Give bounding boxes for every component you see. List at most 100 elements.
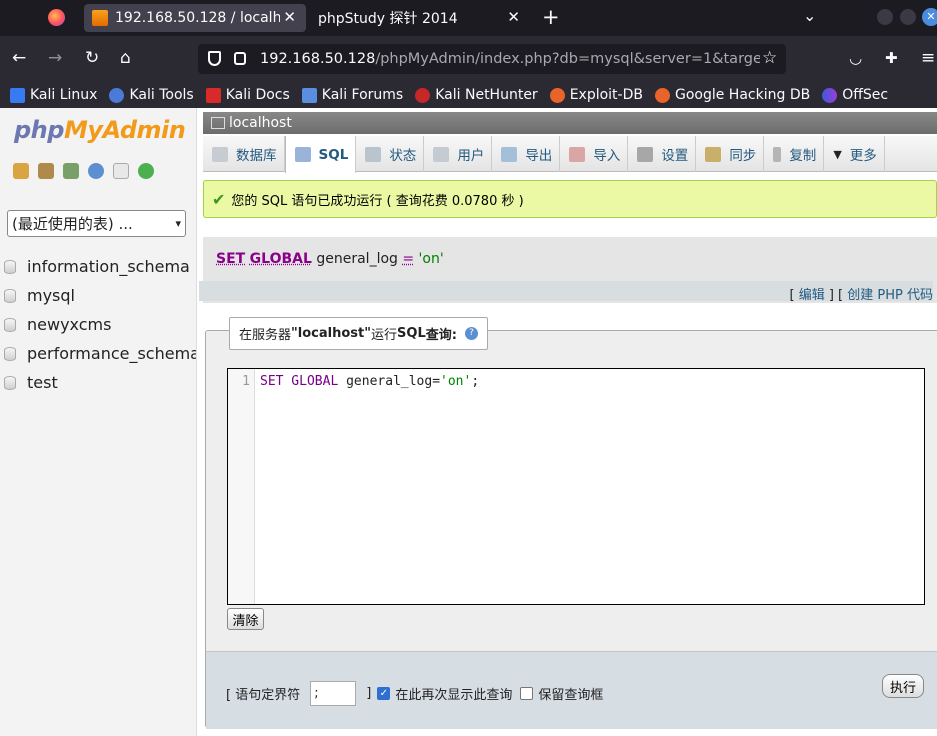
home-icon[interactable] — [13, 163, 29, 179]
phpmyadmin-logo[interactable]: phpMyAdmin — [14, 116, 186, 144]
bookmark-star-icon[interactable]: ☆ — [762, 48, 777, 68]
users-icon — [433, 146, 450, 162]
tab-title: 192.168.50.128 / localhost — [115, 10, 280, 26]
extensions-icon[interactable]: ✚ — [885, 48, 898, 68]
kali-dragon-icon — [10, 87, 25, 103]
list-all-tabs-icon[interactable]: ⌄ — [803, 6, 816, 25]
offsec-icon — [822, 87, 838, 103]
new-tab-button[interactable]: + — [542, 5, 560, 29]
help-icon[interactable] — [88, 163, 104, 179]
bookmark-google-hacking-db[interactable]: Google Hacking DB — [654, 87, 810, 103]
delimiter-row: [ 语句定界符 ; ] ✓ 在此再次显示此查询 保留查询框 — [226, 681, 603, 706]
reload-icon[interactable]: ↻ — [85, 48, 99, 68]
sync-icon — [705, 146, 722, 162]
status-chart-icon — [365, 146, 382, 162]
retain-query-box-label[interactable]: 保留查询框 — [538, 684, 603, 703]
url-text: 192.168.50.128/phpMyAdmin/index.php?db=m… — [260, 51, 760, 67]
phpmyadmin-favicon-icon — [92, 10, 108, 26]
database-list: information_schema mysql newyxcms perfor… — [4, 252, 196, 397]
database-item-mysql[interactable]: mysql — [4, 281, 196, 310]
tab-settings[interactable]: 设置 — [628, 136, 697, 172]
window-minimize-icon[interactable] — [877, 9, 893, 25]
server-breadcrumb: localhost — [203, 112, 937, 134]
firefox-menu-icon[interactable] — [48, 9, 65, 26]
navigation-icon-bar — [13, 163, 154, 179]
pocket-icon[interactable]: ◡ — [849, 48, 862, 68]
success-message: ✔ 您的 SQL 语句已成功运行 ( 查询花费 0.0780 秒 ) — [203, 180, 937, 218]
forward-arrow-icon[interactable]: → — [48, 48, 62, 68]
app-menu-icon[interactable]: ≡ — [921, 48, 935, 68]
ghdb-icon — [654, 87, 670, 103]
tab-export[interactable]: 导出 — [492, 136, 561, 172]
main-content: localhost 数据库 SQL 状态 用户 导出 导入 设置 同步 复制 ▼… — [197, 108, 937, 736]
sql-editor-line: SET GLOBAL general_log='on'; — [260, 374, 480, 389]
sql-operator[interactable]: = — [402, 251, 414, 267]
top-menu: 数据库 SQL 状态 用户 导出 导入 设置 同步 复制 ▼ 更多 — [203, 136, 937, 173]
clear-button[interactable]: 清除 — [227, 608, 264, 630]
sql-keyword[interactable]: GLOBAL — [250, 251, 312, 267]
close-tab-icon[interactable]: ✕ — [507, 8, 520, 26]
edit-query-link[interactable]: 编辑 — [799, 288, 825, 303]
create-php-code-link[interactable]: 创建 PHP 代码 — [847, 288, 933, 303]
bookmark-kali-linux[interactable]: Kali Linux — [10, 87, 97, 103]
logout-icon[interactable] — [38, 163, 54, 179]
tab-phpmyadmin[interactable]: 192.168.50.128 / localhost ✕ — [84, 4, 306, 32]
home-icon[interactable]: ⌂ — [120, 48, 131, 68]
tab-sql[interactable]: SQL — [284, 136, 357, 173]
retain-query-box-checkbox[interactable] — [520, 687, 534, 700]
tab-more[interactable]: ▼ 更多 — [824, 136, 885, 172]
bookmark-kali-nethunter[interactable]: Kali NetHunter — [415, 87, 538, 103]
kali-docs-icon — [205, 87, 221, 103]
tab-sync[interactable]: 同步 — [696, 136, 765, 172]
sql-keyword[interactable]: SET — [216, 251, 245, 267]
check-icon: ✔ — [212, 189, 226, 209]
wrench-icon — [637, 146, 654, 162]
url-bar[interactable]: 192.168.50.128/phpMyAdmin/index.php?db=m… — [198, 44, 786, 74]
bookmark-offsec[interactable]: OffSec — [822, 87, 888, 103]
shield-icon[interactable] — [208, 51, 221, 66]
tab-import[interactable]: 导入 — [560, 136, 629, 172]
bookmark-kali-forums[interactable]: Kali Forums — [301, 87, 403, 103]
show-query-again-checkbox[interactable]: ✓ — [377, 687, 391, 700]
delimiter-input[interactable]: ; — [310, 681, 357, 706]
query-window-icon[interactable] — [63, 163, 79, 179]
sql-icon — [294, 147, 311, 162]
bookmark-exploit-db[interactable]: Exploit-DB — [549, 87, 643, 103]
database-item-newyxcms[interactable]: newyxcms — [4, 310, 196, 339]
database-icon — [4, 317, 16, 332]
bookmarks-toolbar: Kali Linux Kali Tools Kali Docs Kali For… — [0, 82, 937, 108]
export-icon — [501, 146, 518, 162]
sql-variable: general_log — [311, 251, 403, 267]
tab-status[interactable]: 状态 — [356, 136, 425, 172]
server-link[interactable]: localhost — [229, 115, 292, 131]
delimiter-label: [ 语句定界符 — [226, 688, 301, 703]
bookmark-kali-tools[interactable]: Kali Tools — [109, 87, 194, 103]
line-number-gutter: 1 — [228, 369, 255, 604]
tab-replication[interactable]: 复制 — [764, 136, 825, 172]
window-close-icon[interactable]: ✕ — [922, 8, 937, 26]
close-tab-icon[interactable]: ✕ — [283, 8, 296, 26]
insecure-lock-icon[interactable] — [234, 52, 246, 65]
phpmyadmin-left-panel: phpMyAdmin (最近使用的表) ... ▾ information_sch… — [0, 108, 197, 736]
window-maximize-icon[interactable] — [900, 9, 916, 25]
database-item-information-schema[interactable]: information_schema — [4, 252, 196, 281]
import-icon — [569, 146, 586, 162]
database-item-performance-schema[interactable]: performance_schema — [4, 339, 196, 368]
execute-button[interactable]: 执行 — [882, 674, 924, 698]
tab-title: phpStudy 探针 2014 — [318, 11, 458, 27]
database-item-test[interactable]: test — [4, 368, 196, 397]
recent-tables-select[interactable]: (最近使用的表) ... ▾ — [7, 210, 186, 237]
sql-query-editor[interactable]: 1 SET GLOBAL general_log='on'; — [227, 368, 925, 605]
show-query-again-label[interactable]: 在此再次显示此查询 — [395, 684, 512, 703]
bookmark-kali-docs[interactable]: Kali Docs — [205, 87, 290, 103]
tab-phpstudy[interactable]: phpStudy 探针 2014 ✕ — [308, 4, 530, 32]
tab-databases[interactable]: 数据库 — [203, 136, 285, 172]
kali-tools-icon — [109, 87, 125, 103]
refresh-icon[interactable] — [138, 163, 154, 179]
back-arrow-icon[interactable]: ← — [12, 48, 26, 68]
replication-icon — [773, 146, 782, 162]
tab-users[interactable]: 用户 — [424, 136, 493, 172]
database-icon — [4, 375, 16, 390]
help-icon[interactable]: ? — [464, 327, 478, 340]
documentation-icon[interactable] — [113, 163, 129, 179]
